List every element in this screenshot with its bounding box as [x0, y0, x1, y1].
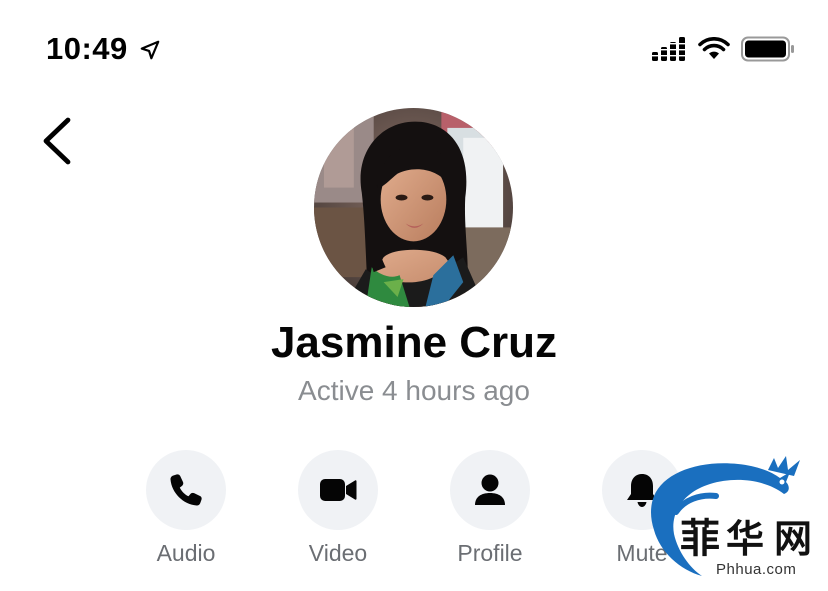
profile-button[interactable]: Profile — [430, 450, 550, 568]
svg-text:网: 网 — [774, 517, 812, 561]
video-call-button[interactable]: Video — [278, 450, 398, 568]
svg-text:华: 华 — [726, 517, 764, 561]
avatar[interactable] — [314, 108, 513, 307]
cellular-signal-icon — [652, 37, 688, 61]
phone-icon — [170, 474, 202, 506]
video-label: Video — [308, 540, 368, 566]
audio-button-circle[interactable] — [146, 450, 226, 530]
wifi-icon — [698, 37, 730, 59]
location-arrow-icon — [140, 40, 160, 60]
battery-icon — [741, 36, 794, 62]
active-status: Active 4 hours ago — [298, 375, 530, 406]
video-camera-icon — [320, 479, 357, 501]
back-button[interactable] — [34, 112, 80, 170]
audio-call-button[interactable]: Audio — [126, 450, 246, 568]
contact-name: Jasmine Cruz — [270, 318, 558, 367]
watermark-text: Phhua.com — [716, 561, 797, 578]
status-time: 10:49 — [46, 31, 128, 66]
audio-label: Audio — [156, 540, 216, 566]
person-icon — [475, 474, 505, 505]
svg-text:菲: 菲 — [680, 516, 720, 562]
video-button-circle[interactable] — [298, 450, 378, 530]
profile-label: Profile — [457, 540, 523, 566]
profile-button-circle[interactable] — [450, 450, 530, 530]
chevron-left-icon — [43, 117, 71, 165]
